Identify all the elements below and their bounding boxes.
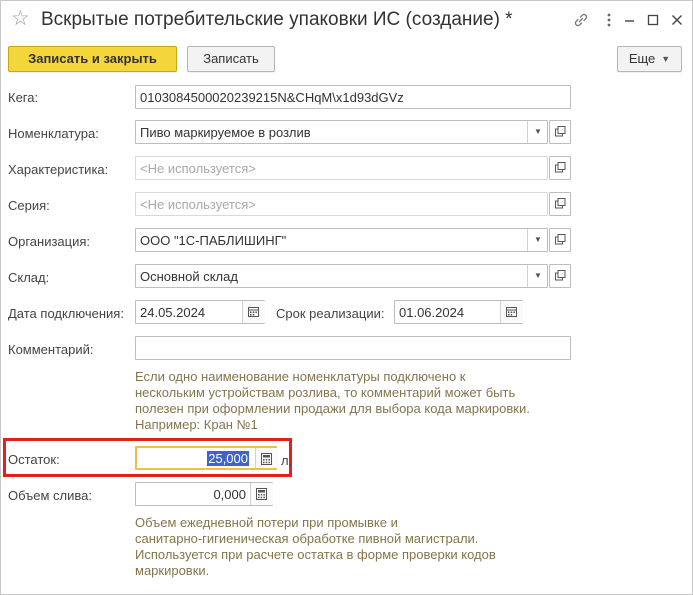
more-menu-button[interactable]: Еще ▼ (617, 46, 682, 72)
open-window-icon (555, 162, 566, 173)
nomenclature-value: Пиво маркируемое в розлив (140, 125, 311, 140)
drain-hint-line: Используется при расчете остатка в форме… (135, 547, 496, 562)
save-button[interactable]: Записать (187, 46, 275, 72)
expiry-value: 01.06.2024 (399, 305, 465, 320)
series-field: <Не используется> (135, 192, 548, 216)
drain-volume-value: 0,000 (213, 487, 246, 502)
open-series-button[interactable] (549, 192, 571, 216)
organization-field[interactable]: ООО "1С-ПАБЛИШИНГ" ▼ (135, 228, 548, 252)
drain-hint-line: маркировки. (135, 563, 210, 578)
comment-field[interactable] (135, 336, 571, 360)
open-window-icon (555, 234, 566, 245)
calculator-icon[interactable] (250, 483, 273, 505)
series-placeholder: <Не используется> (140, 197, 256, 212)
open-warehouse-button[interactable] (549, 264, 571, 288)
characteristic-placeholder: <Не используется> (140, 161, 256, 176)
more-label: Еще (628, 51, 656, 66)
remainder-unit: л. (281, 453, 293, 468)
more-vertical-icon[interactable] (600, 11, 618, 29)
drain-volume-label: Объем слива: (8, 488, 92, 503)
open-window-icon (555, 198, 566, 209)
expiry-field[interactable]: 01.06.2024 (394, 300, 523, 324)
connect-date-value: 24.05.2024 (140, 305, 206, 320)
comment-hint-line: Например: Кран №1 (135, 417, 258, 432)
kega-field[interactable]: 010308450002023921​5N&CHqM\x1d93dGVz (135, 85, 571, 109)
warehouse-label: Склад: (8, 270, 50, 285)
maximize-icon[interactable] (644, 11, 662, 29)
open-window-icon (555, 126, 566, 137)
warehouse-value: Основной склад (140, 269, 238, 284)
connect-date-label: Дата подключения: (8, 306, 124, 321)
chevron-down-icon[interactable]: ▼ (527, 121, 548, 143)
connect-date-field[interactable]: 24.05.2024 (135, 300, 265, 324)
remainder-label: Остаток: (8, 452, 60, 467)
form-window: ☆ Вскрытые потребительские упаковки ИС (… (0, 0, 693, 595)
chevron-down-icon: ▼ (661, 54, 671, 64)
characteristic-field: <Не используется> (135, 156, 548, 180)
open-organization-button[interactable] (549, 228, 571, 252)
drain-volume-hint: Объем ежедневной потери при промывке и с… (135, 515, 585, 579)
save-and-close-button[interactable]: Записать и закрыть (8, 46, 177, 72)
organization-value: ООО "1С-ПАБЛИШИНГ" (140, 233, 287, 248)
open-characteristic-button[interactable] (549, 156, 571, 180)
nomenclature-field[interactable]: Пиво маркируемое в розлив ▼ (135, 120, 548, 144)
kega-value: 010308450002023921​5N&CHqM\x1d93dGVz (140, 90, 404, 105)
warehouse-field[interactable]: Основной склад ▼ (135, 264, 548, 288)
calculator-icon[interactable] (255, 448, 278, 468)
drain-hint-line: санитарно-гигиеническая обработке пивной… (135, 531, 479, 546)
link-icon[interactable] (572, 11, 590, 29)
drain-volume-field[interactable]: 0,000 (135, 482, 273, 506)
series-label: Серия: (8, 198, 50, 213)
drain-hint-line: Объем ежедневной потери при промывке и (135, 515, 398, 530)
comment-hint: Если одно наименование номенклатуры подк… (135, 369, 585, 433)
expiry-label: Срок реализации: (276, 306, 385, 321)
minimize-icon[interactable] (621, 11, 639, 29)
open-nomenclature-button[interactable] (549, 120, 571, 144)
favorite-star-icon[interactable]: ☆ (11, 8, 30, 30)
calendar-icon[interactable] (242, 301, 265, 323)
chevron-down-icon[interactable]: ▼ (527, 229, 548, 251)
remainder-value: 25,000 (207, 451, 249, 466)
nomenclature-label: Номенклатура: (8, 126, 99, 141)
organization-label: Организация: (8, 234, 91, 249)
close-icon[interactable] (668, 11, 686, 29)
comment-hint-line: Если одно наименование номенклатуры подк… (135, 369, 466, 384)
window-title: Вскрытые потребительские упаковки ИС (со… (41, 9, 513, 30)
chevron-down-icon[interactable]: ▼ (527, 265, 548, 287)
comment-hint-line: нескольким устройствам розлива, то комме… (135, 385, 516, 400)
open-window-icon (555, 270, 566, 281)
remainder-selected-text: 25,000 (207, 451, 249, 466)
kega-label: Кега: (8, 90, 39, 105)
calendar-icon[interactable] (500, 301, 523, 323)
comment-hint-line: полезен при оформлении продажи для выбор… (135, 401, 530, 416)
title-bar: ☆ Вскрытые потребительские упаковки ИС (… (1, 1, 692, 39)
remainder-field[interactable]: 25,000 (135, 446, 278, 470)
characteristic-label: Характеристика: (8, 162, 109, 177)
comment-label: Комментарий: (8, 342, 94, 357)
